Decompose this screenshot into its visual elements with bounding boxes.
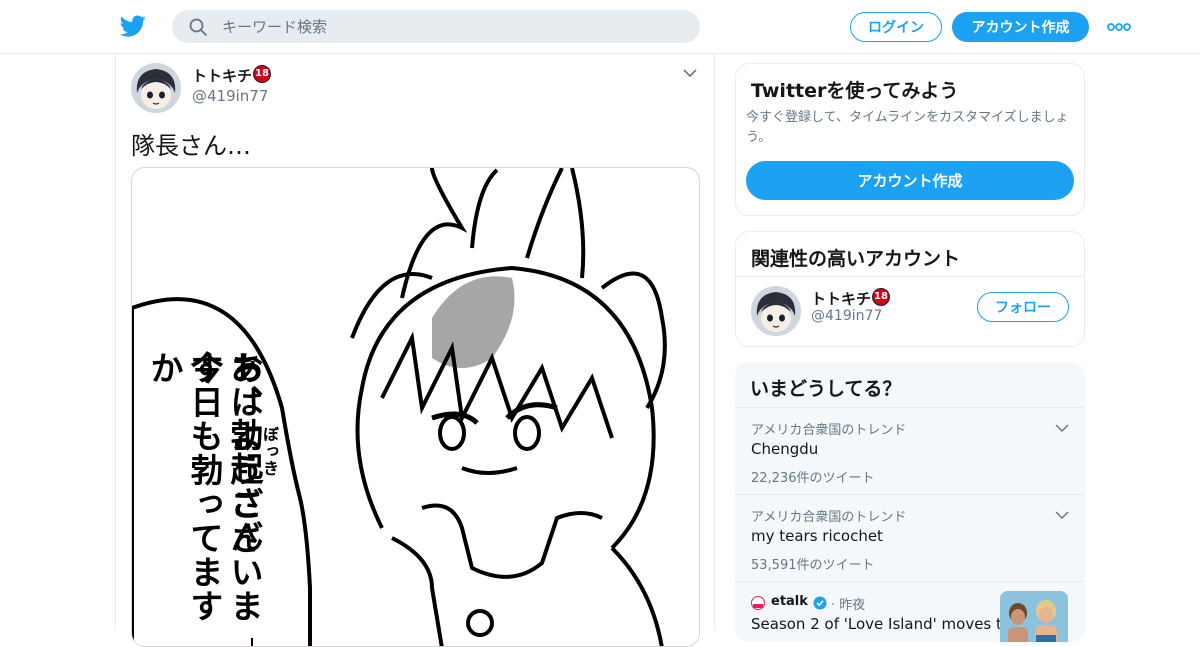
more-options-icon[interactable]: [1106, 20, 1132, 34]
age-18-badge-icon: 18: [253, 65, 272, 83]
news-source-avatar: [751, 596, 765, 610]
related-account-name[interactable]: トトキチ 18: [811, 288, 891, 309]
join-signup-button[interactable]: アカウント作成: [746, 161, 1074, 200]
join-card-title: Twitterを使ってみよう: [751, 80, 959, 102]
search-input[interactable]: [222, 10, 682, 43]
trend-item[interactable]: アメリカ合衆国のトレンド Chengdu 22,236件のツイート: [735, 407, 1085, 494]
trend-name[interactable]: my tears ricochet: [751, 527, 883, 545]
signup-button[interactable]: アカウント作成: [952, 12, 1089, 42]
related-account-avatar[interactable]: [751, 286, 801, 336]
etalk-logo-icon: [753, 604, 763, 608]
trend-item[interactable]: アメリカ合衆国のトレンド my tears ricochet 53,591件のツ…: [735, 494, 1085, 581]
news-source-name: etalk: [771, 594, 808, 609]
trend-context: アメリカ合衆国のトレンド: [751, 510, 907, 525]
news-thumbnail-image[interactable]: [1000, 591, 1068, 642]
news-headline[interactable]: Season 2 of 'Love Island' moves to: [751, 614, 1011, 634]
join-card-subtitle: 今すぐ登録して、タイムラインをカスタマイズしましょう。: [746, 110, 1069, 145]
join-twitter-card: Twitterを使ってみよう 今すぐ登録して、タイムラインをカスタマイズしましょ…: [735, 63, 1085, 216]
follow-button[interactable]: フォロー: [977, 292, 1069, 322]
verified-badge-icon: [813, 596, 827, 610]
age-18-badge-icon: 18: [872, 288, 891, 306]
login-button[interactable]: ログイン: [850, 12, 942, 42]
chevron-down-icon[interactable]: [1055, 424, 1069, 433]
author-avatar[interactable]: [131, 63, 181, 113]
related-account-handle[interactable]: @419in77: [811, 308, 882, 324]
tweet-column: トトキチ 18 @419in77 隊長さん… あ、 勃起さん おはようございます…: [115, 54, 715, 647]
author-name[interactable]: トトキチ 18: [192, 65, 272, 86]
news-item[interactable]: etalk · 昨夜 Season 2 of 'Love Island' mov…: [735, 581, 1085, 642]
trends-panel: いまどうしてる？ アメリカ合衆国のトレンド Chengdu 22,236件のツイ…: [735, 362, 1085, 642]
author-handle[interactable]: @419in77: [192, 87, 268, 105]
avatar-illustration: [131, 63, 181, 113]
search-box[interactable]: [172, 10, 700, 43]
chevron-down-icon[interactable]: [682, 68, 698, 78]
search-icon: [189, 18, 207, 36]
news-time-separator: ·: [831, 598, 836, 613]
trend-context: アメリカ合衆国のトレンド: [751, 423, 907, 438]
chevron-down-icon[interactable]: [1055, 511, 1069, 520]
avatar-illustration: [751, 286, 801, 336]
tweet-media-image[interactable]: あ、 勃起さん おはようございます 今日も勃ってますか ぼっき: [131, 167, 700, 647]
trends-title: いまどうしてる？: [750, 378, 902, 400]
tweet-text: 隊長さん…: [131, 132, 251, 160]
trend-name[interactable]: Chengdu: [751, 440, 818, 458]
related-account-name-text: トトキチ: [811, 290, 872, 308]
author-name-text: トトキチ: [192, 67, 253, 85]
twitter-bird-icon[interactable]: [120, 13, 146, 39]
related-card-title: 関連性の高いアカウント: [751, 248, 961, 270]
news-time-text: 昨夜: [839, 598, 866, 613]
trend-tweet-count: 22,236件のツイート: [751, 471, 875, 486]
manga-line-4: 今日も勃ってますか: [145, 351, 224, 623]
divider: [736, 276, 1084, 277]
news-time: · 昨夜: [831, 594, 865, 613]
related-accounts-card: 関連性の高いアカウント トトキチ 18 @419in77 フォロー: [735, 231, 1085, 347]
manga-furigana: ぼっき: [260, 426, 279, 477]
trend-tweet-count: 53,591件のツイート: [751, 558, 875, 573]
news-photo: [1000, 591, 1068, 642]
top-bar: ログイン アカウント作成: [0, 0, 1200, 54]
